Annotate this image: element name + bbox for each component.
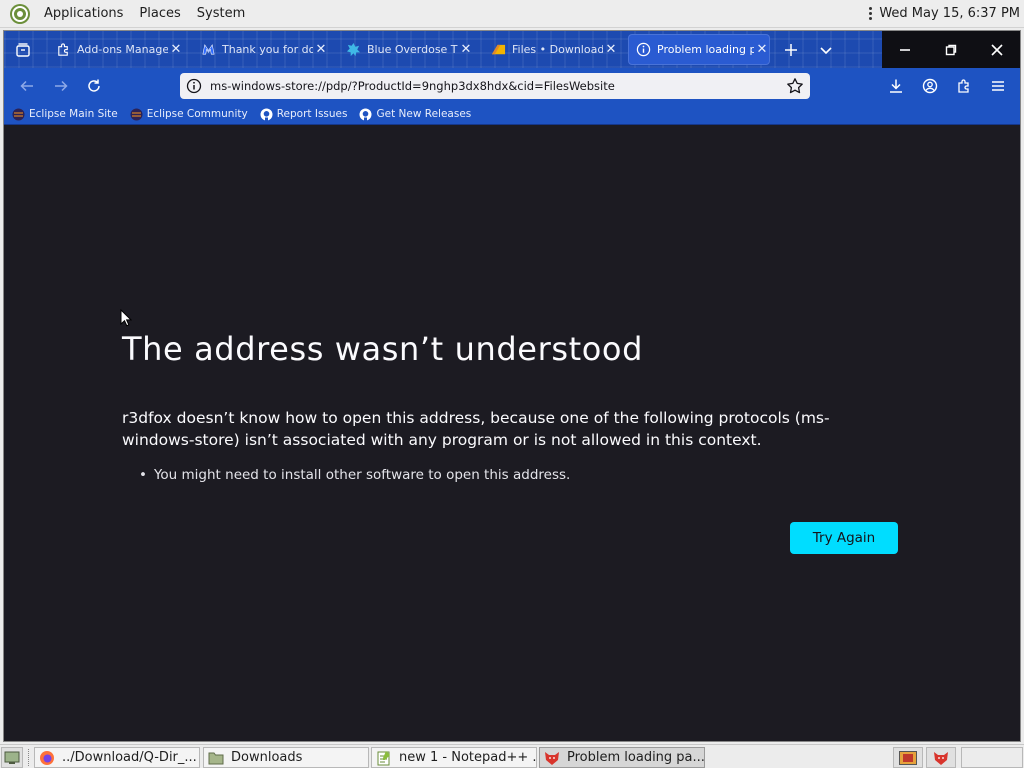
notepad-icon [377, 750, 390, 765]
applications-menu[interactable]: Applications [36, 6, 131, 21]
list-all-tabs-button[interactable] [813, 36, 839, 64]
workspace-thumbnail-icon [899, 750, 917, 765]
reload-icon [88, 79, 100, 92]
tab-problem-loading[interactable]: Problem loading pa ✕ [628, 34, 770, 65]
panel-kebab-icon[interactable] [867, 7, 873, 20]
url-text[interactable]: ms-windows-store://pdp/?ProductId=9nghp3… [210, 79, 786, 93]
desktop-icon [4, 751, 20, 764]
close-icon[interactable]: ✕ [313, 42, 329, 57]
malwarebytes-icon [202, 44, 215, 55]
back-button[interactable] [14, 73, 40, 99]
taskbar-item-label: Problem loading pa... [567, 750, 704, 765]
url-bar[interactable]: ms-windows-store://pdp/?ProductId=9nghp3… [180, 73, 810, 99]
tab-addons-manager[interactable]: Add-ons Manager ✕ [48, 34, 184, 65]
error-suggestions: You might need to install other software… [139, 467, 570, 483]
error-description: r3dfox doesn’t know how to open this add… [122, 409, 830, 449]
tray-r3dfox[interactable] [926, 747, 956, 768]
window-controls [882, 31, 1020, 68]
tray-empty-area [961, 747, 1023, 768]
bookmark-report-issues[interactable]: Report Issues [260, 108, 348, 121]
bookmarks-toolbar: Eclipse Main Site Eclipse Community Repo… [4, 104, 1020, 125]
taskbar: ../Download/Q-Dir_... Downloads new 1 - … [0, 744, 1024, 768]
tab-label: Problem loading pa [657, 43, 754, 56]
reload-button[interactable] [81, 73, 107, 99]
github-icon [260, 108, 273, 120]
taskbar-item-downloads[interactable]: Downloads [203, 747, 369, 768]
taskbar-item-r3dfox[interactable]: Problem loading pa... [539, 747, 705, 768]
tab-thank-you[interactable]: Thank you for dow ✕ [193, 34, 329, 65]
close-window-icon[interactable] [990, 43, 1004, 57]
bookmark-label: Get New Releases [376, 108, 472, 120]
clock[interactable]: Wed May 15, 6:37 PM [879, 6, 1020, 21]
bookmark-label: Eclipse Community [146, 108, 248, 120]
firefox-icon [40, 750, 54, 765]
close-icon[interactable]: ✕ [754, 42, 770, 57]
tab-bar: Add-ons Manager ✕ Thank you for dow ✕ Bl… [4, 31, 1020, 68]
tab-overview-icon [16, 43, 30, 57]
taskbar-item-label: Downloads [231, 750, 303, 765]
error-suggestion-item: You might need to install other software… [139, 467, 570, 483]
minimize-icon[interactable] [898, 43, 912, 57]
distro-logo-icon[interactable] [9, 3, 31, 25]
downloads-button[interactable] [883, 73, 909, 99]
taskbar-item-qdir[interactable]: ../Download/Q-Dir_... [34, 747, 200, 768]
extensions-button[interactable] [951, 73, 977, 99]
puzzle-icon [58, 43, 68, 56]
download-icon [890, 79, 902, 93]
blue-overdose-icon [346, 42, 361, 57]
tab-blue-overdose[interactable]: Blue Overdose Th ✕ [338, 34, 474, 65]
close-icon[interactable]: ✕ [168, 42, 184, 57]
bookmark-get-new-releases[interactable]: Get New Releases [359, 108, 471, 121]
info-icon [636, 42, 651, 57]
puzzle-icon [958, 79, 969, 93]
try-again-button[interactable]: Try Again [790, 522, 898, 554]
eclipse-icon [12, 108, 25, 120]
browser-window: Add-ons Manager ✕ Thank you for dow ✕ Bl… [3, 30, 1021, 742]
bookmark-eclipse-community[interactable]: Eclipse Community [130, 108, 248, 121]
account-icon [922, 78, 938, 94]
system-menu[interactable]: System [189, 6, 253, 21]
hamburger-icon [992, 81, 1004, 91]
arrow-left-icon [20, 80, 33, 92]
tab-label: Thank you for dow [222, 43, 313, 56]
close-icon[interactable]: ✕ [458, 42, 474, 57]
site-info-icon[interactable] [186, 78, 202, 94]
bookmark-star-icon[interactable] [786, 77, 804, 95]
bookmark-label: Eclipse Main Site [29, 108, 118, 120]
mouse-cursor-icon [120, 309, 132, 327]
close-icon[interactable]: ✕ [603, 42, 619, 57]
tab-label: Blue Overdose Th [367, 43, 458, 56]
r3dfox-icon [934, 751, 948, 765]
plus-icon [785, 44, 797, 56]
restore-icon[interactable] [944, 43, 958, 57]
error-title: The address wasn’t understood [122, 330, 644, 368]
places-menu[interactable]: Places [131, 6, 188, 21]
tray-workspace-1[interactable] [893, 747, 923, 768]
taskbar-item-notepad[interactable]: new 1 - Notepad++ ... [371, 747, 537, 768]
new-tab-button[interactable] [778, 36, 804, 64]
forward-button[interactable] [48, 73, 74, 99]
app-menu-button[interactable] [985, 73, 1011, 99]
taskbar-item-label: new 1 - Notepad++ ... [399, 750, 536, 765]
tab-label: Files • Download [512, 43, 603, 56]
tab-label: Add-ons Manager [77, 43, 168, 56]
top-panel: Applications Places System Wed May 15, 6… [0, 0, 1024, 28]
files-icon [491, 44, 506, 55]
navigation-toolbar: ms-windows-store://pdp/?ProductId=9nghp3… [4, 68, 1020, 104]
chevron-down-icon [820, 47, 832, 55]
github-icon [359, 108, 372, 120]
bookmark-label: Report Issues [276, 108, 348, 120]
arrow-right-icon [55, 80, 68, 92]
tab-files-download[interactable]: Files • Download ✕ [483, 34, 619, 65]
bookmark-eclipse-main-site[interactable]: Eclipse Main Site [12, 108, 118, 121]
tab-overview-button[interactable] [10, 36, 36, 64]
eclipse-icon [130, 108, 143, 120]
r3dfox-icon [545, 751, 559, 765]
error-page: The address wasn’t understood r3dfox doe… [4, 125, 1020, 741]
taskbar-handle [28, 749, 30, 766]
taskbar-item-label: ../Download/Q-Dir_... [62, 750, 197, 765]
account-button[interactable] [917, 73, 943, 99]
folder-icon [208, 752, 224, 764]
show-desktop-button[interactable] [1, 747, 23, 768]
